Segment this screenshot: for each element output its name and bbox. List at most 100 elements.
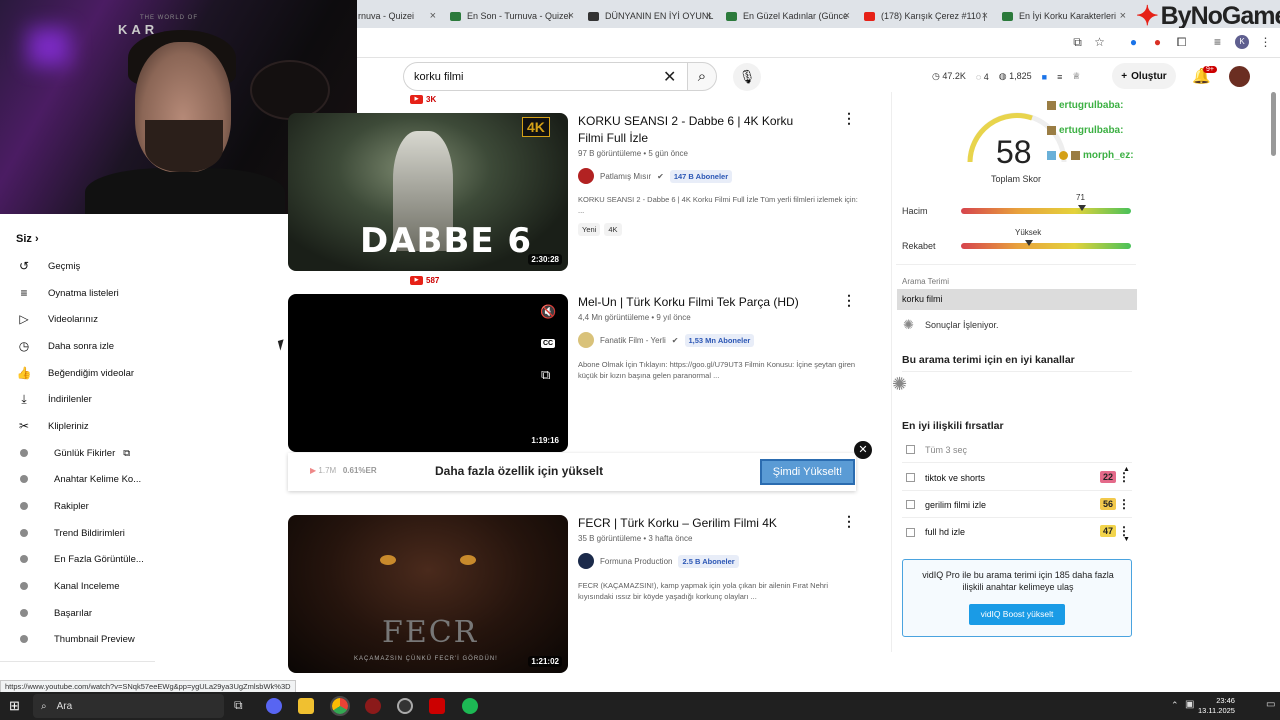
- scroll-up-icon[interactable]: ▲: [1123, 466, 1130, 473]
- search-input[interactable]: korku filmi: [403, 62, 687, 91]
- verified-icon: ✔: [657, 171, 664, 181]
- extension-red-icon[interactable]: ●: [1150, 35, 1165, 50]
- boost-upgrade-button[interactable]: vidIQ Boost yükselt: [969, 604, 1065, 625]
- close-icon[interactable]: ✕: [854, 441, 872, 459]
- vidiq-dot-icon: [20, 529, 28, 537]
- channel-row[interactable]: Formuna Production 2.5 B Aboneler: [578, 553, 739, 569]
- channel-row[interactable]: Patlamış Mısır ✔ 147 B Aboneler: [578, 168, 733, 184]
- pro-promo-box: vidIQ Pro ile bu arama terimi için 185 d…: [902, 559, 1132, 637]
- video-title[interactable]: KORKU SEANSI 2 - Dabbe 6 | 4K Korku Film…: [578, 113, 816, 147]
- video-title[interactable]: FECR | Türk Korku – Gerilim Filmi 4K: [578, 515, 816, 532]
- sidebar-vidiq-item[interactable]: Rakipler: [16, 496, 89, 516]
- voice-search-button[interactable]: 🎙: [733, 63, 761, 91]
- notifications-icon[interactable]: ▭: [1266, 699, 1275, 710]
- upgrade-now-button[interactable]: Şimdi Yükselt!: [760, 459, 855, 485]
- account-avatar[interactable]: [1229, 66, 1250, 87]
- keyword-row[interactable]: gerilim filmi izle 56 ⋮: [902, 492, 1132, 518]
- taskbar-search[interactable]: ⌕ Ara: [33, 694, 224, 718]
- chrome-icon[interactable]: [330, 696, 350, 716]
- video-thumbnail[interactable]: 4K DABBE 6 2:30:28: [288, 113, 568, 271]
- sidebar-item-downloads[interactable]: ⤓ İndirilenler: [16, 389, 91, 409]
- browser-tab[interactable]: DÜNYANIN EN İYİ OYUNL ×: [582, 4, 716, 28]
- streamer-body: [85, 168, 285, 214]
- sidebar-item-watch-later[interactable]: ◷ Daha sonra izle: [16, 336, 114, 356]
- chrome-menu-icon[interactable]: ⋮: [1258, 35, 1273, 50]
- close-tab-icon[interactable]: ×: [568, 10, 574, 22]
- scroll-down-icon[interactable]: ▼: [1123, 536, 1130, 543]
- browser-tab[interactable]: En Güzel Kadınlar (Günce ×: [720, 4, 854, 28]
- network-icon[interactable]: ▣: [1185, 699, 1194, 710]
- sidebar-item-your-videos[interactable]: ▷ Videolarınız: [16, 309, 98, 329]
- sidebar-vidiq-item[interactable]: Trend Bildirimleri: [16, 523, 125, 543]
- close-tab-icon[interactable]: ×: [982, 10, 988, 22]
- install-app-icon[interactable]: ⧉: [1070, 35, 1085, 50]
- extensions-puzzle-icon[interactable]: ⧠: [1174, 35, 1189, 50]
- tray-chevron-icon[interactable]: ⌃: [1171, 700, 1179, 711]
- close-tab-icon[interactable]: ×: [430, 10, 436, 22]
- obs-icon[interactable]: [397, 698, 413, 714]
- sidebar-vidiq-item[interactable]: Anahtar Kelime Ko...: [16, 469, 141, 489]
- close-tab-icon[interactable]: ×: [844, 10, 850, 22]
- select-all-checkbox[interactable]: [906, 445, 915, 454]
- search-term-label: Arama Terimi: [902, 277, 949, 286]
- sidebar-item-clips[interactable]: ✂ Klipleriniz: [16, 416, 89, 436]
- trophy-icon[interactable]: ♕: [1072, 71, 1080, 82]
- sidebar-item-playlists[interactable]: ≡ Oynatma listeleri: [16, 283, 118, 303]
- keyword-row[interactable]: full hd izle 47 ⋮: [902, 519, 1132, 545]
- youtube-app-icon[interactable]: [429, 698, 445, 714]
- volume-value: 71: [1076, 193, 1085, 202]
- sidebar-vidiq-item[interactable]: Başarılar: [16, 603, 92, 623]
- vidiq-extension-icon[interactable]: ■: [1042, 72, 1047, 82]
- search-button[interactable]: ⌕: [687, 62, 717, 91]
- mute-icon[interactable]: 🔇: [540, 304, 556, 320]
- browser-tab[interactable]: En İyi Korku Karakterleri ×: [996, 4, 1130, 28]
- sidebar-vidiq-item[interactable]: Thumbnail Preview: [16, 629, 135, 649]
- create-button[interactable]: + Oluştur: [1112, 63, 1176, 89]
- chevron-right-icon: ›: [34, 233, 39, 245]
- sidebar-vidiq-item[interactable]: Günlük Fikirler ⧉: [16, 443, 130, 463]
- sidebar-item-history[interactable]: ↺ Geçmiş: [16, 256, 80, 276]
- tab-favicon-icon: [864, 11, 875, 21]
- picture-in-picture-icon[interactable]: ⧉: [541, 367, 550, 383]
- video-thumbnail[interactable]: FECR KAÇAMAZSIN ÇÜNKÜ FECR'İ GÖRDÜN! 1:2…: [288, 515, 568, 673]
- more-actions-icon[interactable]: ⋮: [842, 110, 856, 127]
- bookmark-star-icon[interactable]: ☆: [1092, 35, 1107, 50]
- app-icon[interactable]: [365, 698, 381, 714]
- taskbar-clock[interactable]: 23:46 13.11.2025: [1198, 696, 1235, 716]
- sidebar-item-liked[interactable]: 👍 Beğendiğim videolar: [16, 363, 135, 383]
- video-description: FECR (KAÇAMAZSIN!), kamp yapmak için yol…: [578, 581, 829, 601]
- close-tab-icon[interactable]: ×: [1120, 10, 1126, 22]
- keyword-checkbox[interactable]: [906, 500, 915, 509]
- captions-icon[interactable]: CC: [541, 339, 556, 348]
- channel-row[interactable]: Fanatik Film - Yerli ✔ 1,53 Mn Aboneler: [578, 332, 755, 348]
- spotify-icon[interactable]: [462, 698, 478, 714]
- close-tab-icon[interactable]: ×: [706, 10, 712, 22]
- youtube-play-icon: ▶: [410, 276, 423, 285]
- keyword-row[interactable]: tiktok ve shorts 22 ⋮: [902, 465, 1132, 491]
- video-preview-player[interactable]: 🔇 CC ⧉ 1:19:16: [288, 294, 568, 452]
- browser-tab[interactable]: En Son - Turnuva - Quizei ×: [444, 4, 578, 28]
- media-queue-icon[interactable]: ≡: [1210, 35, 1225, 50]
- extension-blue-icon[interactable]: ●: [1126, 35, 1141, 50]
- browser-tab[interactable]: rnuva - Quizei ×: [352, 4, 440, 28]
- windows-start-icon[interactable]: ⊞: [9, 698, 20, 714]
- file-explorer-icon[interactable]: [298, 698, 314, 714]
- more-icon[interactable]: ⋮: [1118, 497, 1130, 511]
- keyword-checkbox[interactable]: [906, 473, 915, 482]
- select-all-row[interactable]: Tüm 3 seç: [902, 437, 1132, 463]
- sidebar-you-header[interactable]: Siz ›: [16, 233, 39, 245]
- list-icon[interactable]: ≡: [1057, 72, 1062, 82]
- keyword-checkbox[interactable]: [906, 527, 915, 537]
- task-view-icon[interactable]: ⧉: [234, 698, 243, 713]
- more-actions-icon[interactable]: ⋮: [842, 292, 856, 309]
- profile-avatar[interactable]: K: [1235, 35, 1249, 49]
- browser-tab[interactable]: (178) Karışık Çerez #110 | ×: [858, 4, 992, 28]
- clear-search-icon[interactable]: ✕: [663, 67, 676, 87]
- video-title[interactable]: Mel-Un | Türk Korku Filmi Tek Parça (HD): [578, 294, 816, 311]
- sidebar-vidiq-item[interactable]: En Fazla Görüntüle...: [16, 549, 144, 569]
- more-actions-icon[interactable]: ⋮: [842, 513, 856, 530]
- page-scrollbar[interactable]: [1271, 92, 1276, 156]
- discord-icon[interactable]: [266, 698, 282, 714]
- tab-favicon-icon: [726, 11, 737, 21]
- sidebar-vidiq-item[interactable]: Kanal Inceleme: [16, 576, 119, 596]
